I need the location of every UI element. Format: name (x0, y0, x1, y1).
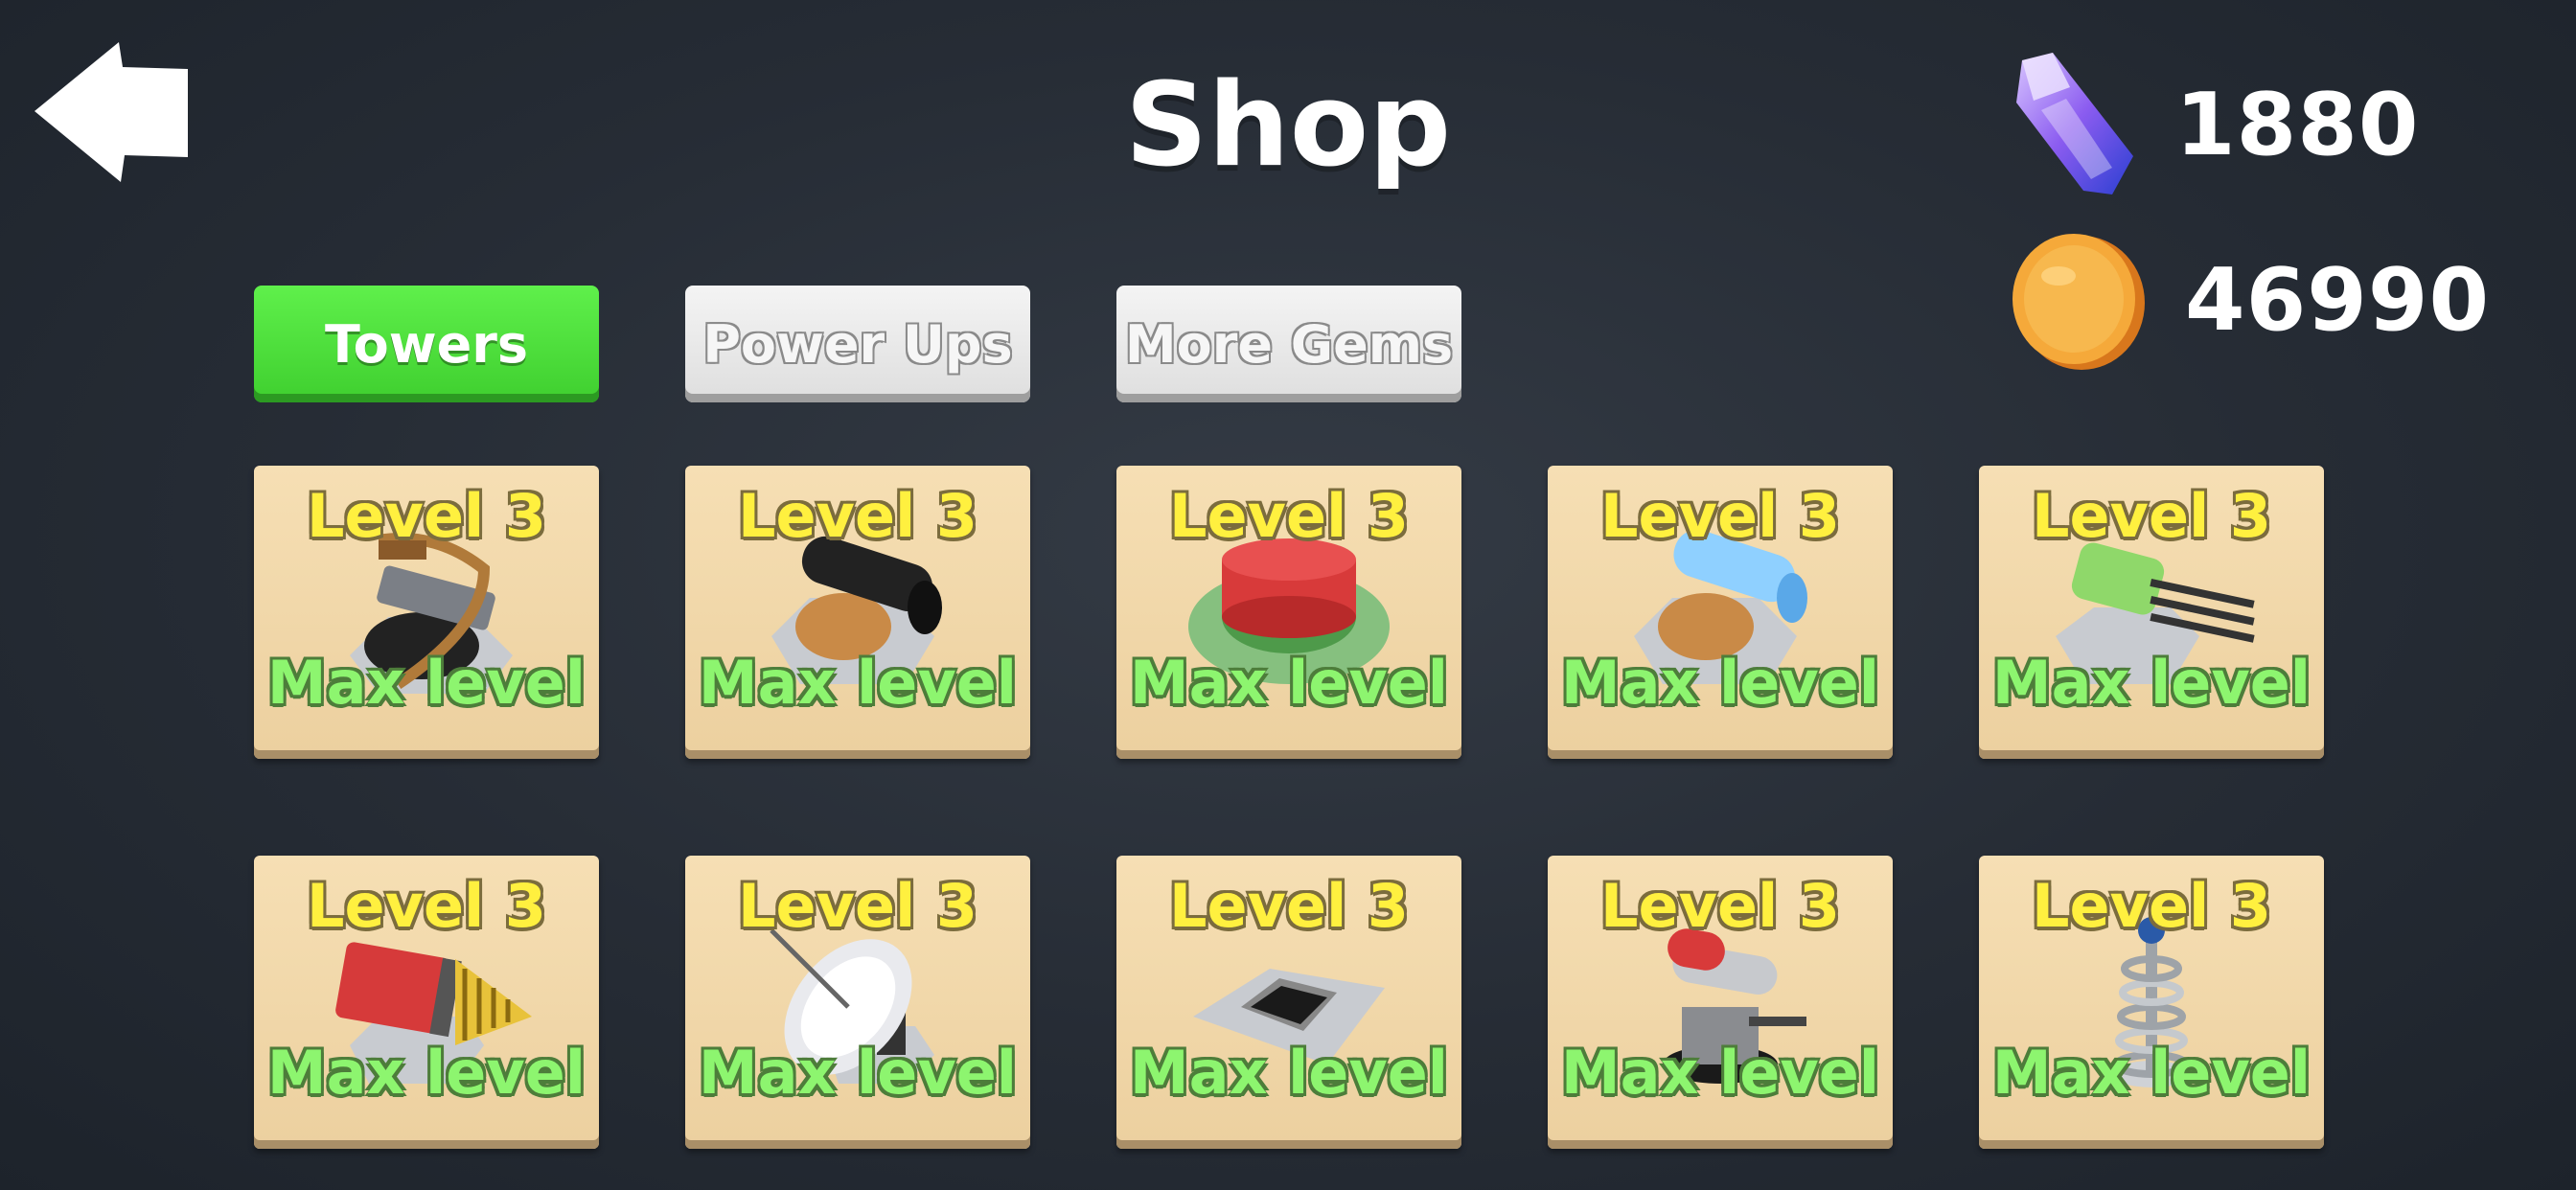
tab-more-gems[interactable]: More Gems (1116, 286, 1461, 402)
gem-counter: 1880 (2012, 53, 2420, 196)
tower-status: Max level (698, 1038, 1018, 1108)
tower-card-button-trap[interactable]: Level 3 Max level (1116, 466, 1461, 759)
tower-level: Level 3 (1600, 871, 1840, 941)
tower-card-rocket-turret[interactable]: Level 3 Max level (1548, 856, 1893, 1149)
gem-count: 1880 (2175, 74, 2420, 175)
tower-card-pit-trap[interactable]: Level 3 Max level (1116, 856, 1461, 1149)
tower-status: Max level (698, 648, 1018, 718)
tower-level: Level 3 (307, 871, 546, 941)
coin-counter: 46990 (2011, 228, 2490, 372)
tower-card-tesla-coil[interactable]: Level 3 Max level (1979, 856, 2324, 1149)
tower-status: Max level (1991, 1038, 2312, 1108)
tower-status: Max level (1129, 1038, 1449, 1108)
tower-status: Max level (1129, 648, 1449, 718)
tower-card-radar[interactable]: Level 3 Max level (685, 856, 1030, 1149)
coin-count: 46990 (2185, 249, 2491, 351)
tower-status: Max level (1991, 648, 2312, 718)
tower-status: Max level (266, 648, 586, 718)
coin-icon (2012, 234, 2145, 370)
tower-status: Max level (1560, 648, 1880, 718)
tower-status: Max level (266, 1038, 586, 1108)
tower-card-crossbow[interactable]: Level 3 Max level (254, 466, 599, 759)
tower-card-cannon[interactable]: Level 3 Max level (685, 466, 1030, 759)
tower-level: Level 3 (2032, 481, 2271, 551)
tower-status: Max level (1560, 1038, 1880, 1108)
tower-level: Level 3 (1600, 481, 1840, 551)
tower-card-ice-cannon[interactable]: Level 3 Max level (1548, 466, 1893, 759)
tower-level: Level 3 (307, 481, 546, 551)
tower-card-minigun[interactable]: Level 3 Max level (1979, 466, 2324, 759)
tower-level: Level 3 (738, 481, 978, 551)
tower-card-drill[interactable]: Level 3 Max level (254, 856, 599, 1149)
gem-icon (2016, 53, 2133, 195)
tower-level: Level 3 (2032, 871, 2271, 941)
tower-level: Level 3 (1169, 871, 1409, 941)
tower-level: Level 3 (738, 871, 978, 941)
tower-level: Level 3 (1169, 481, 1409, 551)
tab-power-ups[interactable]: Power Ups (685, 286, 1030, 402)
tab-towers[interactable]: Towers (254, 286, 599, 402)
